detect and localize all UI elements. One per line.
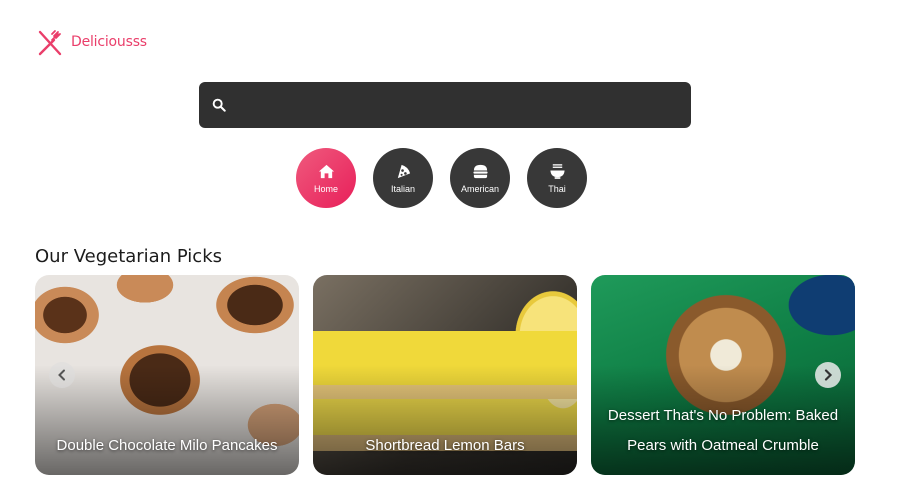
category-label: Home [313, 183, 338, 194]
recipe-title: Shortbread Lemon Bars [365, 437, 525, 454]
category-label: Thai [548, 183, 566, 194]
chevron-left-icon [58, 369, 65, 381]
category-thai[interactable]: Thai [527, 148, 587, 208]
fork-knife-icon [38, 30, 62, 56]
recipe-title: Dessert That's No Problem: Baked Pears w… [607, 407, 839, 454]
chevron-right-icon [824, 369, 833, 381]
brand-logo[interactable]: Deliciousss [36, 28, 147, 56]
section-title: Our Vegetarian Picks [35, 246, 222, 267]
home-icon [318, 164, 334, 178]
category-american[interactable]: American [450, 148, 510, 208]
category-label: Italian [390, 183, 416, 194]
hamburger-icon [472, 164, 488, 178]
noodle-bowl-icon [549, 163, 565, 179]
search-input[interactable] [226, 82, 691, 128]
pizza-icon [397, 164, 410, 178]
brand-name: Deliciousss [71, 34, 147, 50]
category-italian[interactable]: Italian [373, 148, 433, 208]
recipe-title: Double Chocolate Milo Pancakes [56, 437, 278, 454]
carousel-prev-button[interactable] [49, 362, 75, 388]
recipe-card[interactable]: Shortbread Lemon Bars [313, 275, 577, 475]
search-icon [212, 98, 226, 112]
category-nav: Home Italian American Thai [296, 148, 587, 208]
category-home[interactable]: Home [296, 148, 356, 208]
category-label: American [460, 183, 499, 194]
search-bar[interactable] [199, 82, 691, 128]
carousel-next-button[interactable] [815, 362, 841, 388]
